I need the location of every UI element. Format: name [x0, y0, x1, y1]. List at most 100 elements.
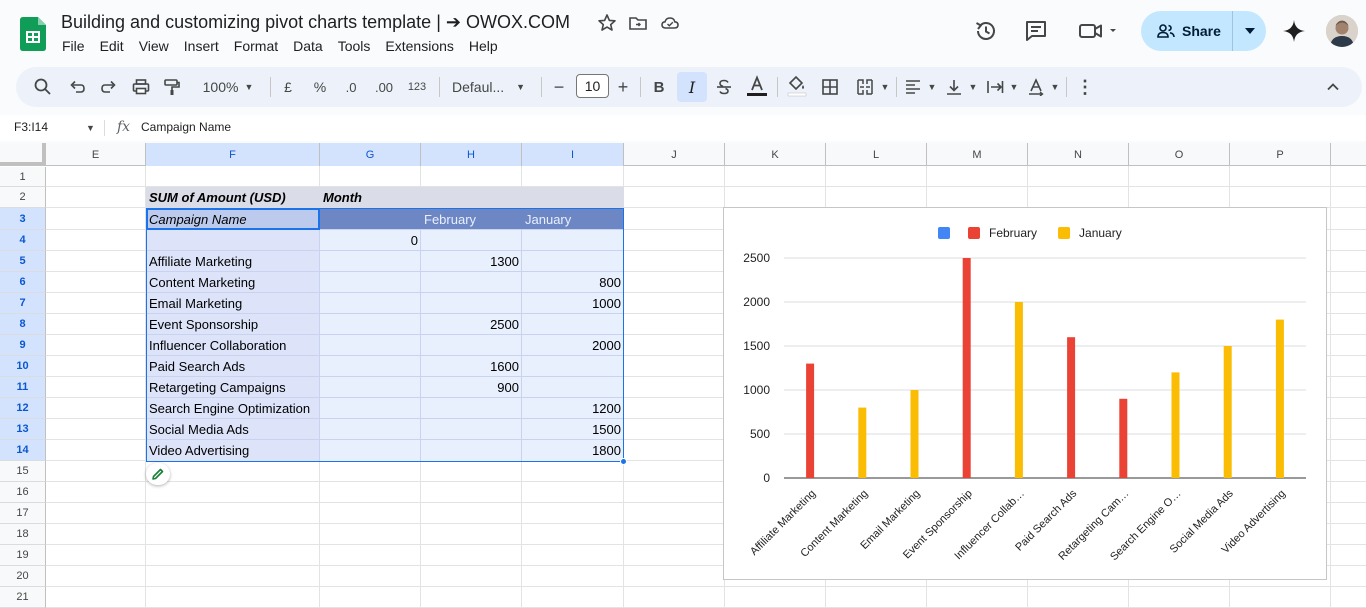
toolbar-divider: [541, 77, 542, 97]
format-currency-button[interactable]: £: [280, 75, 296, 99]
select-all-corner[interactable]: [0, 143, 46, 166]
menu-edit[interactable]: Edit: [100, 38, 124, 54]
meet-video-icon[interactable]: [1076, 18, 1120, 44]
gemini-sparkle-icon[interactable]: [1281, 18, 1307, 44]
borders-icon[interactable]: [820, 77, 840, 97]
menu-tools[interactable]: Tools: [338, 38, 371, 54]
column-header-m[interactable]: M: [927, 143, 1028, 166]
horizontal-align-button[interactable]: ▼: [903, 75, 937, 99]
menu-data[interactable]: Data: [293, 38, 323, 54]
zoom-select[interactable]: 100% ▼: [196, 75, 260, 99]
row-header-1[interactable]: 1: [0, 167, 46, 187]
formula-bar: F3:I14 ▼ fx Campaign Name: [0, 115, 1366, 141]
menu-help[interactable]: Help: [469, 38, 498, 54]
version-history-icon[interactable]: [973, 18, 999, 44]
cloud-saved-icon[interactable]: [660, 13, 680, 33]
column-header-l[interactable]: L: [826, 143, 927, 166]
merge-cells-button[interactable]: ▼: [853, 75, 891, 99]
toolbar-divider: [1066, 77, 1067, 97]
column-header-k[interactable]: K: [725, 143, 826, 166]
user-avatar[interactable]: [1326, 15, 1358, 47]
redo-icon[interactable]: [99, 77, 119, 97]
row-header-17[interactable]: 17: [0, 503, 46, 524]
pivot-edit-button[interactable]: [146, 463, 170, 485]
bar-january: [910, 390, 919, 478]
spreadsheet-app: Building and customizing pivot charts te…: [0, 0, 1366, 608]
row-header-2[interactable]: 2: [0, 187, 46, 208]
format-percent-button[interactable]: %: [312, 75, 328, 99]
row-header-16[interactable]: 16: [0, 482, 46, 503]
column-header-g[interactable]: G: [320, 143, 421, 166]
share-main-button[interactable]: Share: [1141, 11, 1233, 51]
menu-file[interactable]: File: [62, 38, 85, 54]
italic-button[interactable]: I: [677, 72, 707, 102]
menu-format[interactable]: Format: [234, 38, 278, 54]
menu-extensions[interactable]: Extensions: [385, 38, 453, 54]
row-header-6[interactable]: 6: [0, 272, 46, 293]
paint-format-icon[interactable]: [162, 77, 182, 97]
row-header-15[interactable]: 15: [0, 461, 46, 482]
share-dropdown-button[interactable]: [1233, 28, 1266, 34]
caret-down-icon: ▼: [1050, 82, 1060, 92]
formula-input[interactable]: Campaign Name: [141, 120, 231, 134]
menu-insert[interactable]: Insert: [184, 38, 219, 54]
search-menus-icon[interactable]: [33, 77, 53, 97]
row-header-21[interactable]: 21: [0, 587, 46, 608]
row-header-5[interactable]: 5: [0, 251, 46, 272]
vertical-align-button[interactable]: ▼: [944, 75, 978, 99]
comments-icon[interactable]: [1023, 18, 1049, 44]
pivot-values-header[interactable]: SUM of Amount (USD): [146, 187, 320, 208]
row-header-11[interactable]: 11: [0, 377, 46, 398]
name-box[interactable]: F3:I14: [14, 120, 48, 134]
increase-font-size-button[interactable]: +: [615, 75, 631, 99]
row-header-14[interactable]: 14: [0, 440, 46, 461]
column-header-o[interactable]: O: [1129, 143, 1230, 166]
share-button[interactable]: Share: [1141, 11, 1266, 51]
column-header-n[interactable]: N: [1028, 143, 1129, 166]
row-header-3[interactable]: 3: [0, 208, 46, 230]
row-header-4[interactable]: 4: [0, 230, 46, 251]
column-header-h[interactable]: H: [421, 143, 522, 166]
undo-icon[interactable]: [67, 77, 87, 97]
row-header-19[interactable]: 19: [0, 545, 46, 566]
sheets-logo-icon[interactable]: [20, 17, 46, 51]
pivot-month-header[interactable]: Month: [320, 187, 421, 208]
row-header-7[interactable]: 7: [0, 293, 46, 314]
row-header-20[interactable]: 20: [0, 566, 46, 587]
text-color-icon[interactable]: [745, 74, 769, 98]
fill-handle[interactable]: [620, 458, 627, 465]
column-header-p[interactable]: P: [1230, 143, 1331, 166]
fill-color-icon[interactable]: [786, 74, 808, 98]
menu-view[interactable]: View: [139, 38, 169, 54]
strikethrough-icon[interactable]: [714, 77, 734, 97]
move-to-folder-icon[interactable]: [628, 13, 648, 33]
bar-february: [962, 258, 971, 478]
increase-decimal-button[interactable]: .00: [372, 75, 396, 99]
collapse-toolbar-icon[interactable]: [1323, 77, 1343, 97]
text-wrapping-button[interactable]: ▼: [985, 75, 1019, 99]
row-header-8[interactable]: 8: [0, 314, 46, 335]
text-rotation-button[interactable]: ▼: [1026, 75, 1060, 99]
column-header-f[interactable]: F: [146, 143, 320, 166]
caret-down-icon[interactable]: ▼: [86, 123, 95, 133]
column-header-e[interactable]: E: [46, 143, 146, 166]
more-options-button[interactable]: ⋮: [1076, 75, 1094, 99]
caret-down-icon: [1244, 28, 1255, 34]
row-header-18[interactable]: 18: [0, 524, 46, 545]
row-header-13[interactable]: 13: [0, 419, 46, 440]
pivot-bar-chart[interactable]: 0 500 1000 1500 2000 2500 February January Affil…: [723, 207, 1327, 580]
row-header-10[interactable]: 10: [0, 356, 46, 377]
column-header-j[interactable]: J: [624, 143, 725, 166]
font-size-input[interactable]: 10: [576, 74, 609, 98]
print-icon[interactable]: [131, 77, 151, 97]
more-formats-button[interactable]: 123: [406, 75, 428, 99]
decrease-decimal-button[interactable]: .0: [341, 75, 361, 99]
row-header-9[interactable]: 9: [0, 335, 46, 356]
row-header-12[interactable]: 12: [0, 398, 46, 419]
document-title[interactable]: Building and customizing pivot charts te…: [61, 12, 570, 33]
star-icon[interactable]: [597, 13, 617, 33]
column-header-i[interactable]: I: [522, 143, 624, 166]
bold-button[interactable]: B: [650, 75, 668, 99]
decrease-font-size-button[interactable]: −: [551, 75, 567, 99]
font-family-select[interactable]: Defaul... ▼: [452, 75, 530, 99]
